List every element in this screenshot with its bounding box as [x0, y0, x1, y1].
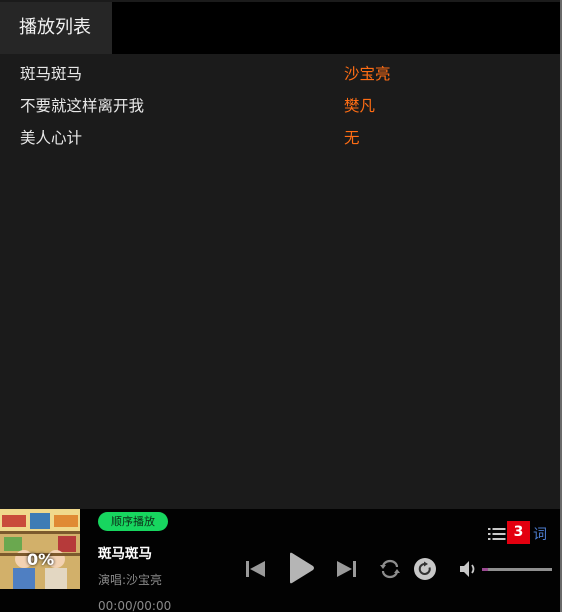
song-title[interactable]: 斑马斑马: [20, 63, 82, 85]
song-singer[interactable]: 无: [344, 127, 360, 149]
playlist-row[interactable]: 不要就这样离开我 樊凡: [0, 90, 560, 122]
volume-slider[interactable]: [482, 568, 552, 571]
lyric-button[interactable]: 词: [533, 524, 547, 544]
previous-icon[interactable]: [245, 559, 267, 579]
next-icon[interactable]: [335, 559, 357, 579]
song-singer[interactable]: 沙宝亮: [344, 63, 391, 85]
tab-playlist[interactable]: 播放列表: [0, 2, 112, 54]
music-player-window: 播放列表 斑马斑马 沙宝亮 不要就这样离开我 樊凡 美人心计 无 0% 顺序播放…: [0, 0, 560, 612]
tab-bar: 播放列表: [0, 2, 560, 54]
song-singer[interactable]: 樊凡: [344, 95, 375, 117]
repeat-icon[interactable]: [378, 559, 402, 579]
now-playing-singer: 演唱:沙宝亮: [98, 573, 163, 587]
playlist-count-badge[interactable]: 3: [507, 521, 530, 544]
play-icon[interactable]: [286, 551, 316, 585]
player-bar: 0% 顺序播放 斑马斑马 演唱:沙宝亮 00:00/00:00 3 词: [0, 509, 560, 612]
album-cover[interactable]: 0%: [0, 509, 80, 589]
playlist-row[interactable]: 美人心计 无: [0, 122, 560, 154]
volume-icon[interactable]: [458, 559, 478, 579]
refresh-icon[interactable]: [413, 557, 437, 581]
album-cover-art: [0, 509, 80, 589]
cover-progress-label: 0%: [27, 550, 55, 569]
now-playing-title: 斑马斑马: [98, 546, 152, 562]
song-title[interactable]: 不要就这样离开我: [20, 95, 144, 117]
playlist-list: 斑马斑马 沙宝亮 不要就这样离开我 樊凡 美人心计 无: [0, 54, 560, 509]
song-title[interactable]: 美人心计: [20, 127, 82, 149]
list-icon[interactable]: [488, 527, 506, 541]
volume-level: [482, 568, 488, 571]
playlist-row[interactable]: 斑马斑马 沙宝亮: [0, 58, 560, 90]
playback-time: 00:00/00:00: [98, 599, 172, 612]
play-mode-badge[interactable]: 顺序播放: [98, 512, 168, 531]
